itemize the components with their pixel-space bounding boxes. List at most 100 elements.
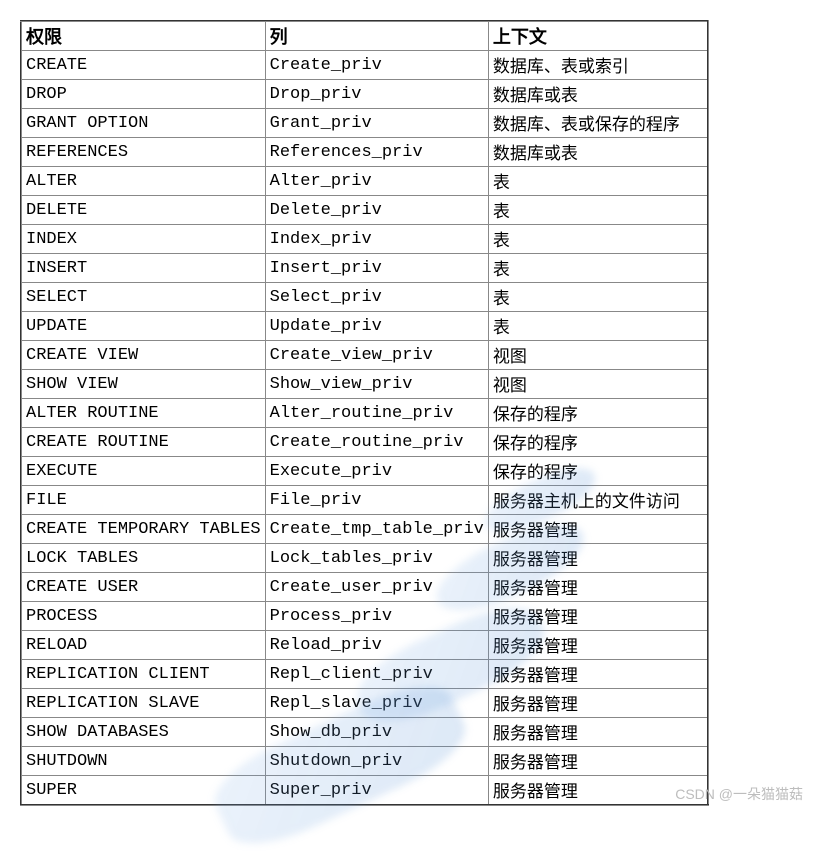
cell-column: Create_tmp_table_priv	[265, 515, 488, 544]
cell-column: Reload_priv	[265, 631, 488, 660]
cell-permission: DELETE	[21, 196, 265, 225]
cell-permission: UPDATE	[21, 312, 265, 341]
cell-column: Lock_tables_priv	[265, 544, 488, 573]
table-row: INSERTInsert_priv表	[21, 254, 708, 283]
cell-permission: SELECT	[21, 283, 265, 312]
cell-context: 表	[488, 167, 708, 196]
cell-context: 表	[488, 196, 708, 225]
header-column: 列	[265, 21, 488, 51]
table-row: REPLICATION SLAVERepl_slave_priv服务器管理	[21, 689, 708, 718]
cell-context: 服务器管理	[488, 515, 708, 544]
cell-context: 服务器管理	[488, 718, 708, 747]
cell-context: 服务器管理	[488, 689, 708, 718]
table-row: CREATECreate_priv数据库、表或索引	[21, 51, 708, 80]
table-row: CREATE ROUTINECreate_routine_priv保存的程序	[21, 428, 708, 457]
cell-permission: ALTER ROUTINE	[21, 399, 265, 428]
cell-column: Show_db_priv	[265, 718, 488, 747]
cell-context: 服务器管理	[488, 631, 708, 660]
table-row: SHUTDOWNShutdown_priv服务器管理	[21, 747, 708, 776]
cell-permission: GRANT OPTION	[21, 109, 265, 138]
cell-permission: ALTER	[21, 167, 265, 196]
cell-permission: EXECUTE	[21, 457, 265, 486]
cell-permission: CREATE ROUTINE	[21, 428, 265, 457]
cell-column: Insert_priv	[265, 254, 488, 283]
header-context: 上下文	[488, 21, 708, 51]
cell-context: 表	[488, 283, 708, 312]
cell-permission: CREATE	[21, 51, 265, 80]
cell-context: 视图	[488, 341, 708, 370]
header-permission: 权限	[21, 21, 265, 51]
cell-column: References_priv	[265, 138, 488, 167]
cell-permission: REFERENCES	[21, 138, 265, 167]
table-row: SHOW DATABASESShow_db_priv服务器管理	[21, 718, 708, 747]
table-row: DROPDrop_priv数据库或表	[21, 80, 708, 109]
table-row: PROCESSProcess_priv服务器管理	[21, 602, 708, 631]
cell-context: 服务器主机上的文件访问	[488, 486, 708, 515]
cell-column: Process_priv	[265, 602, 488, 631]
cell-permission: INDEX	[21, 225, 265, 254]
table-row: DELETEDelete_priv表	[21, 196, 708, 225]
cell-column: Alter_priv	[265, 167, 488, 196]
table-row: REPLICATION CLIENTRepl_client_priv服务器管理	[21, 660, 708, 689]
cell-context: 数据库、表或索引	[488, 51, 708, 80]
cell-context: 服务器管理	[488, 660, 708, 689]
cell-context: 服务器管理	[488, 573, 708, 602]
cell-permission: SHOW VIEW	[21, 370, 265, 399]
cell-context: 表	[488, 312, 708, 341]
cell-permission: SHUTDOWN	[21, 747, 265, 776]
cell-context: 服务器管理	[488, 747, 708, 776]
cell-column: Index_priv	[265, 225, 488, 254]
cell-context: 数据库或表	[488, 138, 708, 167]
cell-column: Create_priv	[265, 51, 488, 80]
cell-column: Shutdown_priv	[265, 747, 488, 776]
cell-permission: CREATE USER	[21, 573, 265, 602]
cell-context: 服务器管理	[488, 602, 708, 631]
cell-column: Show_view_priv	[265, 370, 488, 399]
table-row: UPDATEUpdate_priv表	[21, 312, 708, 341]
cell-column: File_priv	[265, 486, 488, 515]
table-row: RELOADReload_priv服务器管理	[21, 631, 708, 660]
table-row: CREATE VIEWCreate_view_priv视图	[21, 341, 708, 370]
cell-permission: CREATE VIEW	[21, 341, 265, 370]
cell-context: 服务器管理	[488, 544, 708, 573]
cell-column: Drop_priv	[265, 80, 488, 109]
cell-permission: REPLICATION CLIENT	[21, 660, 265, 689]
table-row: REFERENCESReferences_priv数据库或表	[21, 138, 708, 167]
table-header-row: 权限 列 上下文	[21, 21, 708, 51]
cell-context: 保存的程序	[488, 428, 708, 457]
cell-permission: REPLICATION SLAVE	[21, 689, 265, 718]
cell-context: 数据库或表	[488, 80, 708, 109]
table-row: LOCK TABLESLock_tables_priv服务器管理	[21, 544, 708, 573]
cell-column: Create_routine_priv	[265, 428, 488, 457]
cell-column: Alter_routine_priv	[265, 399, 488, 428]
cell-permission: PROCESS	[21, 602, 265, 631]
table-row: SHOW VIEWShow_view_priv视图	[21, 370, 708, 399]
cell-column: Select_priv	[265, 283, 488, 312]
cell-context: 保存的程序	[488, 399, 708, 428]
cell-column: Create_user_priv	[265, 573, 488, 602]
table-row: EXECUTEExecute_priv保存的程序	[21, 457, 708, 486]
table-row: ALTER ROUTINEAlter_routine_priv保存的程序	[21, 399, 708, 428]
cell-column: Grant_priv	[265, 109, 488, 138]
cell-context: 视图	[488, 370, 708, 399]
table-row: INDEXIndex_priv表	[21, 225, 708, 254]
cell-column: Repl_client_priv	[265, 660, 488, 689]
cell-context: 表	[488, 254, 708, 283]
privileges-table: 权限 列 上下文 CREATECreate_priv数据库、表或索引DROPDr…	[20, 20, 709, 806]
cell-column: Update_priv	[265, 312, 488, 341]
cell-permission: RELOAD	[21, 631, 265, 660]
cell-permission: CREATE TEMPORARY TABLES	[21, 515, 265, 544]
cell-permission: DROP	[21, 80, 265, 109]
table-row: CREATE TEMPORARY TABLESCreate_tmp_table_…	[21, 515, 708, 544]
table-row: ALTERAlter_priv表	[21, 167, 708, 196]
cell-permission: INSERT	[21, 254, 265, 283]
table-row: GRANT OPTIONGrant_priv数据库、表或保存的程序	[21, 109, 708, 138]
cell-context: 数据库、表或保存的程序	[488, 109, 708, 138]
cell-context: 表	[488, 225, 708, 254]
cell-permission: LOCK TABLES	[21, 544, 265, 573]
table-row: SELECTSelect_priv表	[21, 283, 708, 312]
table-row: FILEFile_priv服务器主机上的文件访问	[21, 486, 708, 515]
cell-column: Execute_priv	[265, 457, 488, 486]
table-row: CREATE USERCreate_user_priv服务器管理	[21, 573, 708, 602]
cell-column: Delete_priv	[265, 196, 488, 225]
